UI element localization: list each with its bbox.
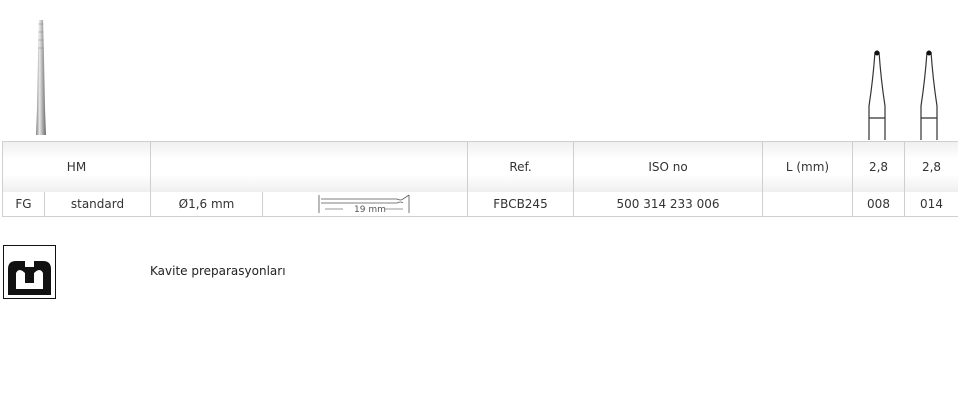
header-material: HM: [2, 142, 151, 192]
cell-iso: 500 314 233 006: [574, 192, 763, 216]
header-blank: [151, 142, 468, 192]
cell-type: standard: [45, 192, 151, 216]
bur-shape-outline-1: [868, 50, 886, 140]
header-size-1: 2,8: [853, 142, 905, 192]
header-ref: Ref.: [468, 142, 574, 192]
header-iso: ISO no: [574, 142, 763, 192]
cavity-preparation-icon: [3, 245, 56, 299]
header-length: L (mm): [763, 142, 853, 192]
cell-ref: FBCB245: [468, 192, 574, 216]
table-row: FG standard Ø1,6 mm 19 mm FBCB245 500 31…: [2, 192, 958, 217]
indication-label: Kavite preparasyonları: [150, 264, 286, 278]
cell-code-2: 014: [920, 197, 943, 211]
shaft-length-label: 19 mm: [354, 205, 386, 215]
cell-shank: FG: [2, 192, 45, 216]
cell-length: [763, 192, 853, 216]
bur-product-photo: [36, 20, 46, 135]
header-size-2: 2,8: [921, 160, 942, 174]
table-header-row: HM Ref. ISO no L (mm) 2,8 2,8: [2, 141, 958, 193]
bur-shape-outline-2: [920, 50, 938, 140]
cell-diameter: Ø1,6 mm: [151, 192, 263, 216]
cell-shaft-diagram: 19 mm: [263, 192, 468, 216]
cell-code-1: 008: [853, 192, 905, 216]
